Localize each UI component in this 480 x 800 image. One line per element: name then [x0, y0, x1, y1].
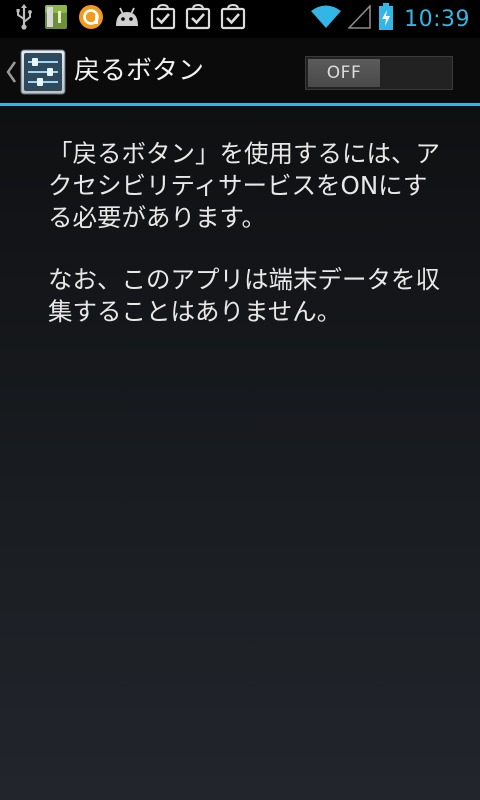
- android-icon: [113, 6, 141, 32]
- download-complete-icon: [220, 3, 246, 34]
- usb-icon: [14, 4, 34, 34]
- download-complete-icon: [150, 3, 176, 34]
- system-icons: 10:39: [310, 3, 470, 35]
- privacy-note-text: なお、このアプリは端末データを収集することはありません。: [48, 265, 440, 326]
- battery-charging-icon: [378, 3, 394, 35]
- service-toggle-switch[interactable]: OFF: [305, 56, 453, 90]
- orange-circle-app-icon: [78, 4, 104, 34]
- accessibility-instruction-text: 「戻るボタン」を使用するには、アクセシビリティサービスをONにする必要があります…: [48, 139, 440, 232]
- content-area: 「戻るボタン」を使用するには、アクセシビリティサービスをONにする必要があります…: [0, 106, 480, 800]
- status-bar: 10:39: [0, 0, 480, 38]
- status-clock: 10:39: [404, 6, 470, 32]
- wifi-icon: [310, 5, 342, 33]
- action-bar: 戻るボタン OFF: [0, 38, 480, 106]
- up-navigation-icon[interactable]: [4, 56, 18, 88]
- toggle-thumb: OFF: [308, 59, 380, 87]
- battery-app-icon: [43, 3, 69, 35]
- settings-sliders-icon[interactable]: [20, 49, 66, 95]
- notification-icons: [14, 3, 246, 35]
- signal-icon: [347, 4, 372, 33]
- download-complete-icon: [185, 3, 211, 34]
- page-title: 戻るボタン: [74, 56, 205, 86]
- toggle-label: OFF: [326, 63, 362, 83]
